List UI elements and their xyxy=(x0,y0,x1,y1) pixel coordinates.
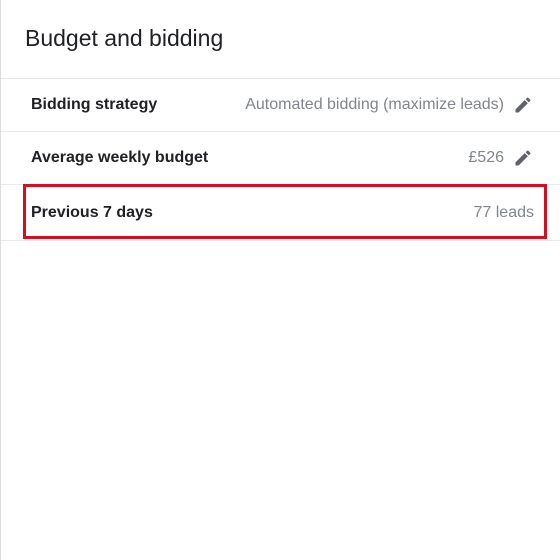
pencil-icon xyxy=(515,97,531,113)
budget-bidding-panel: Budget and bidding Bidding strategy Auto… xyxy=(0,0,560,560)
edit-weekly-budget-button[interactable] xyxy=(512,147,534,169)
previous-7-days-label: Previous 7 days xyxy=(31,203,153,221)
average-weekly-budget-value: £526 xyxy=(468,149,504,166)
bidding-strategy-value: Automated bidding (maximize leads) xyxy=(245,96,504,113)
pencil-icon xyxy=(515,150,531,166)
average-weekly-budget-row: Average weekly budget £526 xyxy=(1,132,560,185)
bidding-strategy-label: Bidding strategy xyxy=(31,96,158,113)
bidding-strategy-row: Bidding strategy Automated bidding (maxi… xyxy=(1,79,560,132)
previous-7-days-value: 77 leads xyxy=(473,203,535,221)
panel-header: Budget and bidding xyxy=(1,0,560,79)
panel-title: Budget and bidding xyxy=(25,25,224,51)
previous-7-days-row: Previous 7 days 77 leads xyxy=(1,185,560,241)
edit-bidding-strategy-button[interactable] xyxy=(512,94,534,116)
average-weekly-budget-label: Average weekly budget xyxy=(31,149,209,166)
